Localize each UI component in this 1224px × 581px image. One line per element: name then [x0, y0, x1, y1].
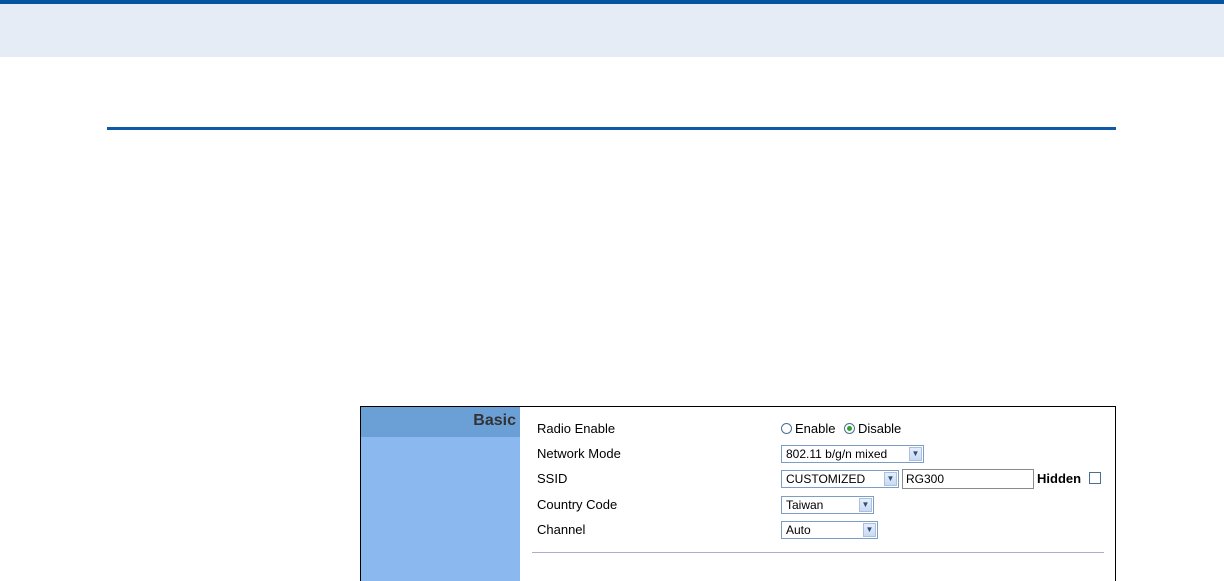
channel-value: Auto: [786, 523, 811, 537]
radio-enable-label: Radio Enable: [537, 421, 616, 436]
sidebar-header: Basic: [361, 407, 520, 437]
chevron-down-icon[interactable]: ▼: [863, 523, 876, 537]
hidden-checkbox[interactable]: [1089, 472, 1101, 484]
enable-option-label: Enable: [795, 421, 836, 436]
radio-enable-option[interactable]: [781, 423, 792, 434]
sidebar: Basic: [361, 407, 520, 581]
page-header-band: [0, 0, 1224, 57]
channel-label: Channel: [537, 522, 586, 537]
row-radio-enable: Radio Enable Enable Disable: [520, 417, 1115, 441]
country-code-label: Country Code: [537, 497, 618, 512]
ssid-mode-value: CUSTOMIZED: [786, 472, 866, 486]
chevron-down-icon[interactable]: ▼: [909, 447, 922, 461]
ssid-control: CUSTOMIZED ▼ RG300 Hidden: [781, 467, 1121, 491]
hidden-label: Hidden: [1037, 471, 1082, 486]
ssid-mode-select[interactable]: CUSTOMIZED ▼: [781, 470, 899, 488]
country-code-value: Taiwan: [786, 498, 824, 512]
chevron-down-icon[interactable]: ▼: [859, 498, 872, 512]
wireless-basic-panel: Basic Radio Enable Enable Disable Networ…: [360, 406, 1116, 581]
network-mode-select[interactable]: 802.11 b/g/n mixed ▼: [781, 445, 924, 463]
disable-option-label: Disable: [857, 421, 902, 436]
country-code-select[interactable]: Taiwan ▼: [781, 496, 874, 514]
row-country-code: Country Code Taiwan ▼: [520, 493, 1115, 517]
row-channel: Channel Auto ▼: [520, 518, 1115, 542]
network-mode-value: 802.11 b/g/n mixed: [786, 447, 888, 461]
row-ssid: SSID CUSTOMIZED ▼ RG300 Hidden: [520, 467, 1115, 491]
settings-form: Radio Enable Enable Disable Network Mode…: [520, 407, 1115, 581]
channel-select[interactable]: Auto ▼: [781, 521, 878, 539]
row-network-mode: Network Mode 802.11 b/g/n mixed ▼: [520, 442, 1115, 466]
radio-enable-group: Enable Disable: [781, 420, 905, 444]
form-divider: [532, 552, 1104, 553]
section-rule: [107, 127, 1116, 130]
chevron-down-icon[interactable]: ▼: [884, 472, 897, 486]
ssid-input[interactable]: RG300: [902, 469, 1034, 489]
section-title: Basic: [473, 412, 516, 429]
ssid-label: SSID: [537, 471, 568, 486]
radio-disable-option[interactable]: [843, 423, 855, 434]
network-mode-label: Network Mode: [537, 446, 621, 461]
